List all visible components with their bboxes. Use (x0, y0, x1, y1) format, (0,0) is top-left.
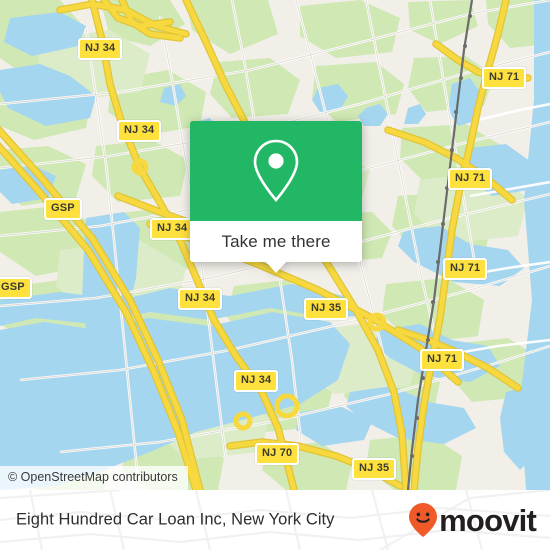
page-title: Eight Hundred Car Loan Inc, New York Cit… (16, 510, 335, 529)
road-shield: NJ 34 (117, 120, 162, 142)
road-shield: NJ 71 (482, 67, 527, 89)
osm-attribution[interactable]: © OpenStreetMap contributors (0, 466, 188, 490)
road-shield: NJ 34 (78, 38, 123, 60)
moovit-logo[interactable]: moovit (408, 502, 537, 538)
location-callout[interactable]: Take me there (190, 121, 362, 273)
road-shield: NJ 71 (443, 258, 488, 280)
road-shield: NJ 34 (178, 288, 223, 310)
map-pin-icon (253, 139, 299, 202)
road-shield: NJ 70 (255, 443, 300, 465)
road-shield: GSP (44, 198, 82, 220)
road-shield: NJ 35 (304, 298, 349, 320)
take-me-there-label: Take me there (221, 231, 331, 251)
callout-image-area (190, 121, 362, 221)
road-shield: NJ 34 (150, 218, 195, 240)
moovit-pin-icon (409, 503, 438, 537)
bottom-info-bar: Eight Hundred Car Loan Inc, New York Cit… (0, 490, 550, 550)
map-screenshot-page: NJ 34 NJ 34 NJ 34 NJ 34 NJ 34 NJ 35 NJ 35 NJ 70… (0, 0, 550, 550)
road-shield: NJ 71 (448, 168, 493, 190)
callout-pointer (265, 261, 287, 273)
road-shield: GSP (0, 277, 32, 299)
road-shield: NJ 71 (420, 349, 465, 371)
moovit-wordmark: moovit (439, 502, 537, 538)
road-shield: NJ 34 (234, 370, 279, 392)
road-shield: NJ 35 (352, 458, 397, 480)
callout-action-area[interactable]: Take me there (190, 221, 362, 273)
